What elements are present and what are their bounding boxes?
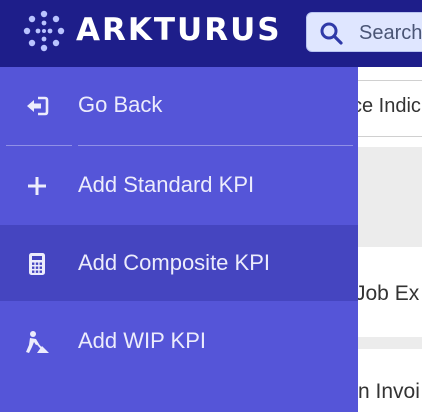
menu-item-label: Add Composite KPI — [78, 250, 270, 275]
menu-item-label: Add Standard KPI — [78, 172, 255, 197]
calculator-icon — [29, 253, 45, 275]
arrow-left-from-bracket-icon — [27, 96, 49, 116]
kpi-card-title-fragment: Job Ex — [355, 282, 420, 305]
search-placeholder: Search — [359, 22, 422, 44]
menu-item-label: Add WIP KPI — [78, 328, 206, 353]
menu-item-add-standard-kpi[interactable]: Add Standard KPI — [0, 147, 358, 223]
brand-name: ARKTURUS — [76, 12, 282, 48]
section-separator — [358, 147, 422, 247]
arkturus-logo-icon[interactable] — [22, 9, 66, 53]
search-icon — [320, 22, 343, 45]
section-separator — [358, 337, 422, 349]
menu-item-label: Go Back — [78, 92, 163, 117]
search-box[interactable]: Search — [306, 12, 422, 52]
menu-divider — [78, 145, 353, 146]
menu-item-add-composite-kpi[interactable]: Add Composite KPI — [0, 225, 358, 301]
kpi-action-menu: Go Back Add Standard KPI Add Composite K… — [0, 67, 358, 412]
plus-icon — [28, 177, 46, 195]
kpi-card-title-fragment: n Invoi — [358, 380, 420, 403]
menu-item-go-back[interactable]: Go Back — [0, 67, 358, 143]
person-digging-icon — [26, 331, 49, 353]
app-header: ARKTURUS Search — [0, 0, 422, 67]
menu-item-add-wip-kpi[interactable]: Add WIP KPI — [0, 303, 358, 379]
menu-divider — [6, 145, 72, 146]
tab-label-fragment[interactable]: ce Indic — [352, 93, 421, 119]
